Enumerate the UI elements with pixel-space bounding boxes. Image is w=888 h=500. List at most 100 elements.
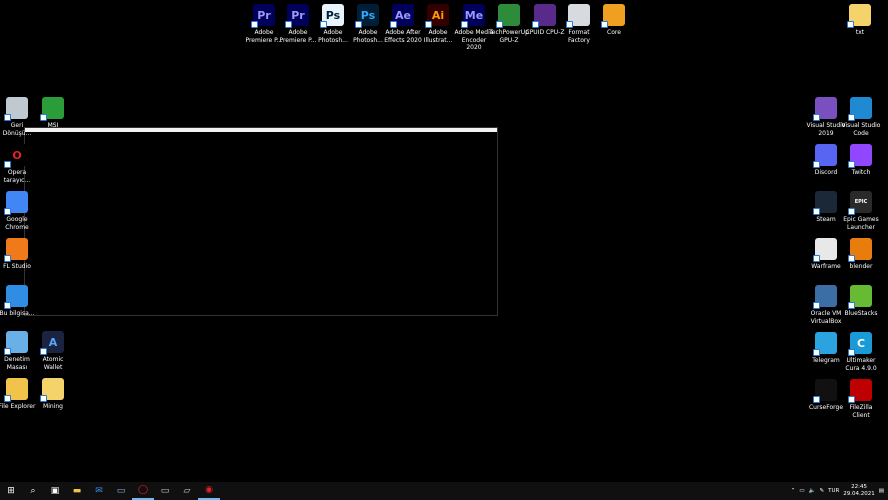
taskbar-file-explorer-button[interactable]: ▬: [66, 482, 88, 500]
icon-glyph-text: EPIC: [854, 198, 868, 205]
taskbar-remote-desktop-button[interactable]: ▭: [110, 482, 132, 500]
desktop-shortcut[interactable]: Visual Studio 2019: [806, 97, 846, 137]
desktop-shortcut[interactable]: blender: [841, 238, 881, 271]
warframe-icon: [813, 238, 837, 262]
desktop-shortcut[interactable]: txt: [840, 4, 880, 37]
blender-icon: [848, 238, 872, 262]
window-titlebar[interactable]: [25, 128, 497, 132]
desktop-shortcut[interactable]: Ai Adobe Illustrat...: [418, 4, 458, 44]
desktop-shortcut[interactable]: Google Chrome: [0, 191, 37, 231]
shortcut-arrow-icon: [4, 348, 11, 355]
desktop-shortcut[interactable]: Mining: [33, 378, 73, 411]
desktop-shortcut[interactable]: C Ultimaker Cura 4.9.0: [841, 332, 881, 372]
taskbar-task-view-button[interactable]: ▣: [44, 482, 66, 500]
desktop-shortcut[interactable]: MSI: [33, 97, 73, 130]
control-panel-icon: [4, 331, 28, 355]
mail-icon: ✉: [95, 486, 103, 496]
network-icon[interactable]: ▭: [799, 488, 804, 494]
shortcut-arrow-icon: [848, 161, 855, 168]
desktop-shortcut[interactable]: Visual Studio Code: [841, 97, 881, 137]
shortcut-label: FileZilla Client: [849, 404, 873, 419]
shortcut-label: Adobe Media Encoder 2020: [454, 29, 494, 51]
taskbar-search-button[interactable]: ⌕: [22, 482, 44, 500]
remote-desktop-icon: ▭: [116, 486, 126, 496]
desktop-shortcut[interactable]: Format Factory: [559, 4, 599, 44]
icon-glyph-text: O: [12, 148, 22, 162]
epic-games-icon: EPIC: [848, 191, 872, 215]
premiere-icon: Pr: [251, 4, 275, 28]
shortcut-label: Opera tarayıc...: [3, 169, 31, 184]
taskbar-windows-start-button[interactable]: ⊞: [0, 482, 22, 500]
twitch-icon: [848, 144, 872, 168]
shortcut-arrow-icon: [40, 395, 47, 402]
desktop-shortcut[interactable]: FileZilla Client: [841, 379, 881, 419]
desktop-shortcut[interactable]: Steam: [806, 191, 846, 224]
icon-glyph-text: A: [48, 335, 58, 349]
photoshop-icon: Ps: [355, 4, 379, 28]
taskbar-mail-button[interactable]: ✉: [88, 482, 110, 500]
opera-icon: O: [4, 144, 28, 168]
icon-glyph-text: Me: [464, 8, 484, 22]
desktop-shortcut[interactable]: Twitch: [841, 144, 881, 177]
desktop-shortcut[interactable]: File Explorer: [0, 378, 37, 411]
chevron-up-icon[interactable]: ⌃: [791, 488, 796, 494]
notification-icon[interactable]: ▤: [879, 488, 884, 494]
language-indicator[interactable]: TUR: [828, 488, 839, 494]
desktop[interactable]: Pr Adobe Premiere P... Pr Adobe Premiere P.…: [0, 0, 888, 482]
shortcut-label: Adobe Photosh...: [353, 29, 383, 44]
shortcut-label: Discord: [814, 169, 838, 176]
taskbar-ssh-button[interactable]: ▱: [176, 482, 198, 500]
shortcut-label: Bu bilgisa...: [0, 310, 35, 317]
shortcut-arrow-icon: [813, 255, 820, 262]
desktop-shortcut[interactable]: CurseForge: [806, 379, 846, 412]
taskbar-record-button[interactable]: ◉: [198, 482, 220, 500]
desktop-shortcut[interactable]: TechPowerUp GPU-Z: [489, 4, 529, 44]
taskbar-terminal-button[interactable]: ▭: [154, 482, 176, 500]
media-encoder-icon: Me: [461, 4, 485, 28]
desktop-shortcut[interactable]: Pr Adobe Premiere P...: [278, 4, 318, 44]
chrome-icon: [4, 191, 28, 215]
desktop-shortcut[interactable]: Geri Dönüşü...: [0, 97, 37, 137]
volume-icon[interactable]: 🔈: [809, 488, 816, 494]
shortcut-arrow-icon: [813, 114, 820, 121]
desktop-shortcut[interactable]: Discord: [806, 144, 846, 177]
file-explorer-icon: [4, 378, 28, 402]
desktop-shortcut[interactable]: Bu bilgisa...: [0, 285, 37, 318]
shortcut-label: Atomic Wallet: [42, 356, 64, 371]
virtualbox-icon: [813, 285, 837, 309]
pen-icon[interactable]: ✎: [819, 488, 824, 494]
desktop-shortcut[interactable]: Warframe: [806, 238, 846, 271]
system-tray: ⌃ ▭ 🔈 ✎ TUR 22:45 29.04.2021 ▤: [791, 482, 888, 500]
shortcut-label: Core: [607, 29, 621, 36]
desktop-shortcut[interactable]: A Atomic Wallet: [33, 331, 73, 371]
shortcut-arrow-icon: [40, 114, 47, 121]
shortcut-arrow-icon: [566, 21, 573, 28]
icon-glyph-text: Ps: [325, 8, 341, 22]
icon-glyph-text: Pr: [257, 8, 271, 22]
desktop-shortcut[interactable]: Denetim Masası: [0, 331, 37, 371]
desktop-shortcut[interactable]: Oracle VM VirtualBox: [806, 285, 846, 325]
desktop-shortcut[interactable]: Ae Adobe After Effects 2020: [383, 4, 423, 44]
format-factory-icon: [566, 4, 590, 28]
shortcut-label: Adobe Photosh...: [318, 29, 348, 44]
shortcut-arrow-icon: [320, 21, 327, 28]
desktop-shortcut[interactable]: Ps Adobe Photosh...: [348, 4, 388, 44]
desktop-shortcut[interactable]: Me Adobe Media Encoder 2020: [454, 4, 494, 52]
desktop-shortcut[interactable]: O Opera tarayıc...: [0, 144, 37, 184]
telegram-icon: [813, 332, 837, 356]
clock-date: 29.04.2021: [843, 491, 875, 497]
shortcut-arrow-icon: [40, 348, 47, 355]
desktop-shortcut[interactable]: EPIC Epic Games Launcher: [841, 191, 881, 231]
desktop-shortcut[interactable]: Core: [594, 4, 634, 37]
desktop-shortcut[interactable]: Telegram: [806, 332, 846, 365]
shortcut-arrow-icon: [813, 302, 820, 309]
desktop-shortcut[interactable]: FL Studio: [0, 238, 37, 271]
clock[interactable]: 22:45 29.04.2021: [843, 484, 875, 498]
desktop-shortcut[interactable]: BlueStacks: [841, 285, 881, 318]
blank-app-window[interactable]: [24, 127, 498, 316]
shortcut-label: Ultimaker Cura 4.9.0: [845, 357, 877, 372]
desktop-shortcut[interactable]: Ps Adobe Photosh...: [313, 4, 353, 44]
taskbar-opera-button[interactable]: ◯: [132, 482, 154, 500]
shortcut-label: BlueStacks: [844, 310, 878, 317]
shortcut-label: Adobe Illustrat...: [423, 29, 453, 44]
